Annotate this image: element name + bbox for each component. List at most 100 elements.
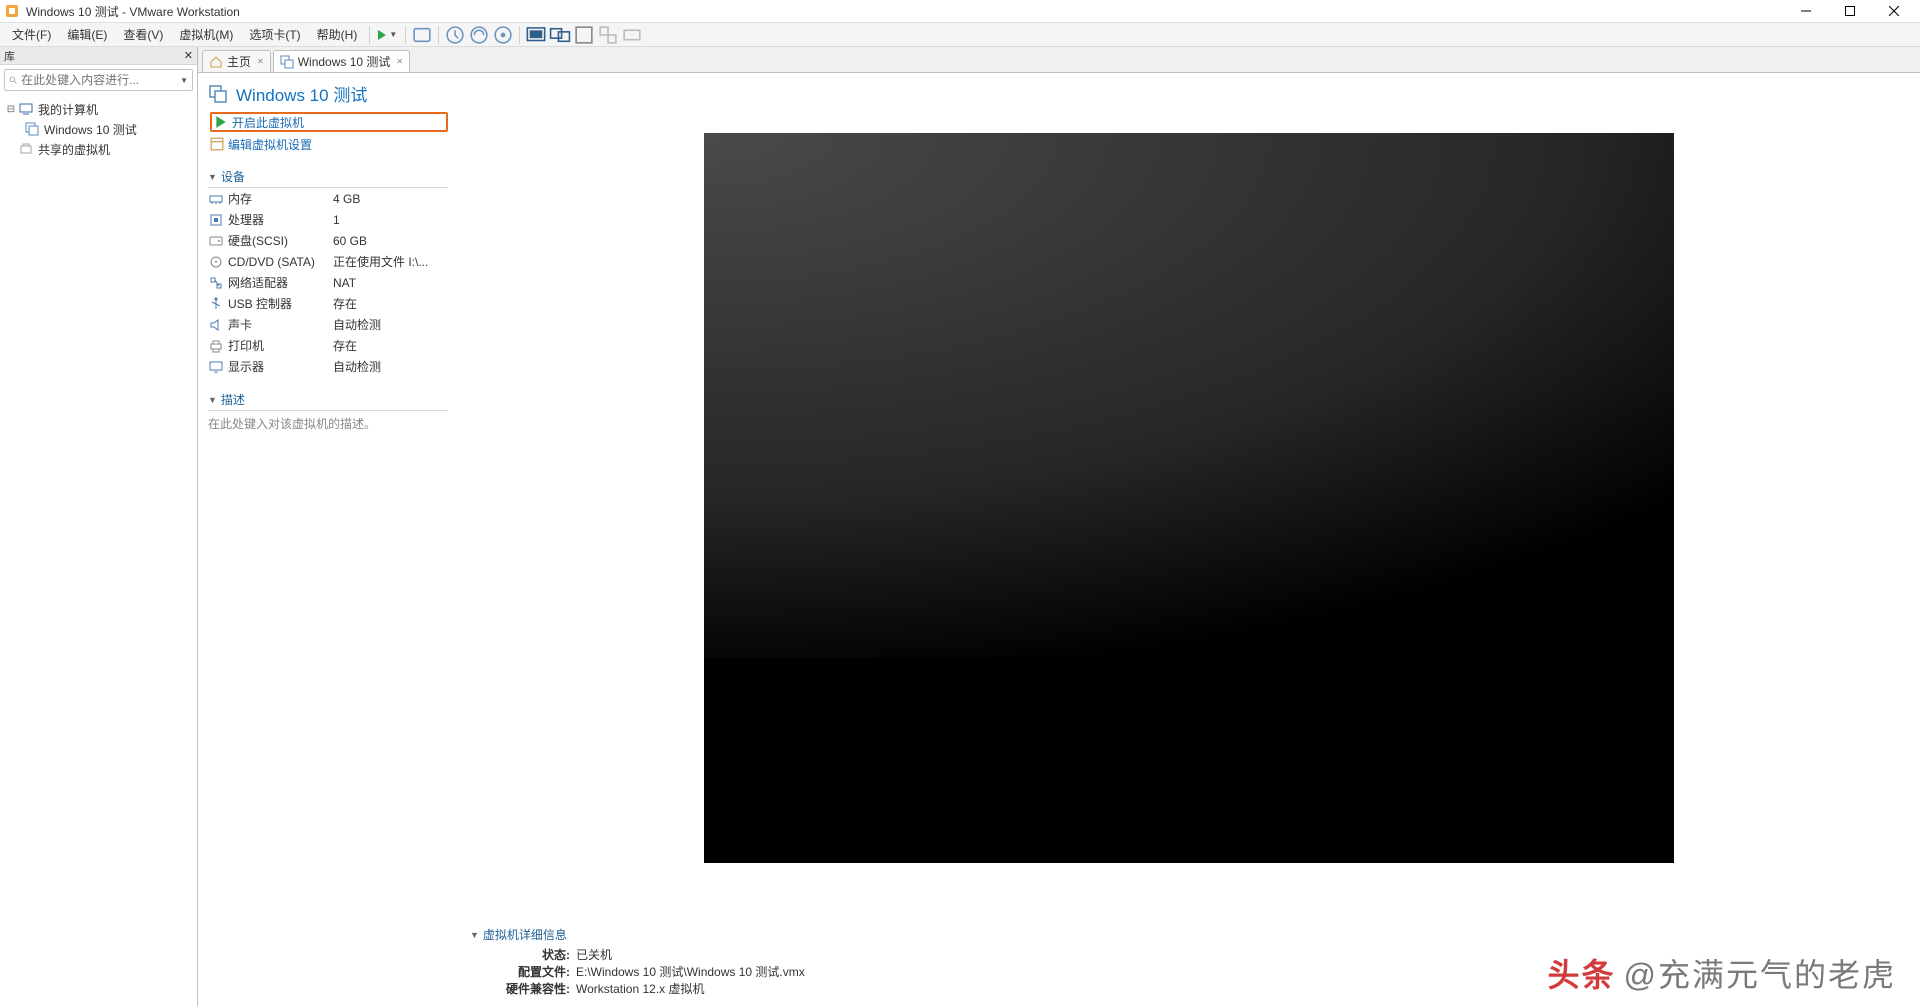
device-row-cpu[interactable]: 处理器1: [208, 209, 448, 230]
watermark-author: @充满元气的老虎: [1624, 957, 1897, 993]
library-header: 库 ✕: [0, 47, 197, 65]
description-placeholder[interactable]: 在此处键入对该虚拟机的描述。: [208, 411, 448, 436]
description-header[interactable]: ▼描述: [208, 391, 448, 411]
power-on-vm-link[interactable]: 开启此虚拟机: [210, 112, 448, 132]
device-value: NAT: [333, 276, 356, 290]
tab-label: 主页: [227, 53, 251, 70]
tab-close-icon[interactable]: ✕: [257, 57, 264, 66]
watermark: 头条@充满元气的老虎: [1547, 950, 1896, 996]
unity-button[interactable]: [597, 24, 619, 46]
display-icon: [208, 359, 224, 375]
main-area: 主页 ✕ Windows 10 测试 ✕ Windows 10 测试 开启此虚拟…: [198, 47, 1920, 1006]
vm-screen-preview: [704, 133, 1674, 863]
library-search-input[interactable]: [21, 73, 176, 87]
tab-label: Windows 10 测试: [298, 53, 391, 70]
multi-monitor-button[interactable]: [549, 24, 571, 46]
menu-edit[interactable]: 编辑(E): [59, 24, 115, 45]
vm-summary: Windows 10 测试 开启此虚拟机 编辑虚拟机设置 ▼设备 内存4 GB处…: [198, 73, 458, 1006]
tab-vm[interactable]: Windows 10 测试 ✕: [273, 50, 410, 72]
detail-value: Workstation 12.x 虚拟机: [576, 981, 705, 998]
vm-icon: [208, 84, 228, 104]
library-panel: 库 ✕ ▼ ⊟ 我的计算机 Windows 10 测试 共享的: [0, 47, 198, 1006]
detail-value: 已关机: [576, 947, 612, 964]
device-value: 正在使用文件 I:\...: [333, 253, 428, 270]
vm-icon: [24, 121, 40, 137]
device-row-disk[interactable]: 硬盘(SCSI)60 GB: [208, 230, 448, 251]
computer-icon: [18, 101, 34, 117]
memory-icon: [208, 191, 224, 207]
vm-preview-area: [458, 73, 1920, 922]
device-row-cd[interactable]: CD/DVD (SATA)正在使用文件 I:\...: [208, 251, 448, 272]
tab-home[interactable]: 主页 ✕: [202, 50, 271, 72]
vm-details-header[interactable]: ▼虚拟机详细信息: [470, 926, 1908, 943]
tree-my-computer[interactable]: ⊟ 我的计算机: [2, 99, 195, 119]
device-row-sound[interactable]: 声卡自动检测: [208, 314, 448, 335]
device-label: 网络适配器: [228, 274, 333, 291]
library-tree: ⊟ 我的计算机 Windows 10 测试 共享的虚拟机: [0, 95, 197, 163]
network-icon: [208, 275, 224, 291]
library-close-icon[interactable]: ✕: [184, 49, 193, 62]
menu-bar: 文件(F) 编辑(E) 查看(V) 虚拟机(M) 选项卡(T) 帮助(H) ▼: [0, 23, 1920, 47]
send-ctrl-alt-del-button[interactable]: [411, 24, 433, 46]
action-label: 开启此虚拟机: [232, 114, 304, 131]
show-console-button[interactable]: [525, 24, 547, 46]
device-value: 自动检测: [333, 358, 381, 375]
window-title: Windows 10 测试 - VMware Workstation: [26, 3, 240, 20]
devices-header[interactable]: ▼设备: [208, 168, 448, 188]
device-row-network[interactable]: 网络适配器NAT: [208, 272, 448, 293]
edit-settings-link[interactable]: 编辑虚拟机设置: [210, 134, 448, 154]
snapshot-manager-button[interactable]: [492, 24, 514, 46]
power-on-toolbar-button[interactable]: ▼: [374, 30, 401, 40]
menu-vm[interactable]: 虚拟机(M): [171, 24, 241, 45]
maximize-button[interactable]: [1828, 0, 1872, 22]
device-label: 硬盘(SCSI): [228, 232, 333, 249]
app-icon: [4, 3, 20, 19]
detail-value: E:\Windows 10 测试\Windows 10 测试.vmx: [576, 964, 805, 981]
snapshot-take-button[interactable]: [444, 24, 466, 46]
device-label: 打印机: [228, 337, 333, 354]
tree-label: 共享的虚拟机: [38, 141, 110, 158]
device-row-printer[interactable]: 打印机存在: [208, 335, 448, 356]
library-search[interactable]: ▼: [4, 69, 193, 91]
device-value: 存在: [333, 295, 357, 312]
disk-icon: [208, 233, 224, 249]
device-row-memory[interactable]: 内存4 GB: [208, 188, 448, 209]
stretch-button[interactable]: [621, 24, 643, 46]
device-value: 1: [333, 213, 340, 227]
library-title: 库: [4, 48, 15, 64]
minimize-button[interactable]: [1784, 0, 1828, 22]
menu-file[interactable]: 文件(F): [4, 24, 59, 45]
device-value: 60 GB: [333, 234, 367, 248]
tab-close-icon[interactable]: ✕: [396, 57, 403, 66]
sound-icon: [208, 317, 224, 333]
tree-shared-vms[interactable]: 共享的虚拟机: [2, 139, 195, 159]
tab-bar: 主页 ✕ Windows 10 测试 ✕: [198, 47, 1920, 73]
detail-key: 状态:: [500, 947, 570, 964]
action-label: 编辑虚拟机设置: [228, 136, 312, 153]
settings-icon: [210, 137, 224, 151]
fullscreen-button[interactable]: [573, 24, 595, 46]
device-row-display[interactable]: 显示器自动检测: [208, 356, 448, 377]
title-bar: Windows 10 测试 - VMware Workstation: [0, 0, 1920, 23]
device-label: 处理器: [228, 211, 333, 228]
device-row-usb[interactable]: USB 控制器存在: [208, 293, 448, 314]
menu-tabs[interactable]: 选项卡(T): [241, 24, 308, 45]
vm-icon: [280, 55, 294, 69]
close-button[interactable]: [1872, 0, 1916, 22]
search-icon: [9, 74, 17, 86]
watermark-brand: 头条: [1547, 957, 1615, 993]
device-value: 4 GB: [333, 192, 360, 206]
device-label: 内存: [228, 190, 333, 207]
device-label: CD/DVD (SATA): [228, 255, 333, 269]
shared-icon: [18, 141, 34, 157]
snapshot-revert-button[interactable]: [468, 24, 490, 46]
chevron-down-icon[interactable]: ▼: [180, 76, 188, 85]
tree-vm-item[interactable]: Windows 10 测试: [2, 119, 195, 139]
tree-label: Windows 10 测试: [44, 121, 137, 138]
detail-key: 配置文件:: [500, 964, 570, 981]
menu-view[interactable]: 查看(V): [115, 24, 171, 45]
cpu-icon: [208, 212, 224, 228]
device-label: 显示器: [228, 358, 333, 375]
menu-help[interactable]: 帮助(H): [309, 24, 366, 45]
vm-name: Windows 10 测试: [236, 81, 367, 106]
